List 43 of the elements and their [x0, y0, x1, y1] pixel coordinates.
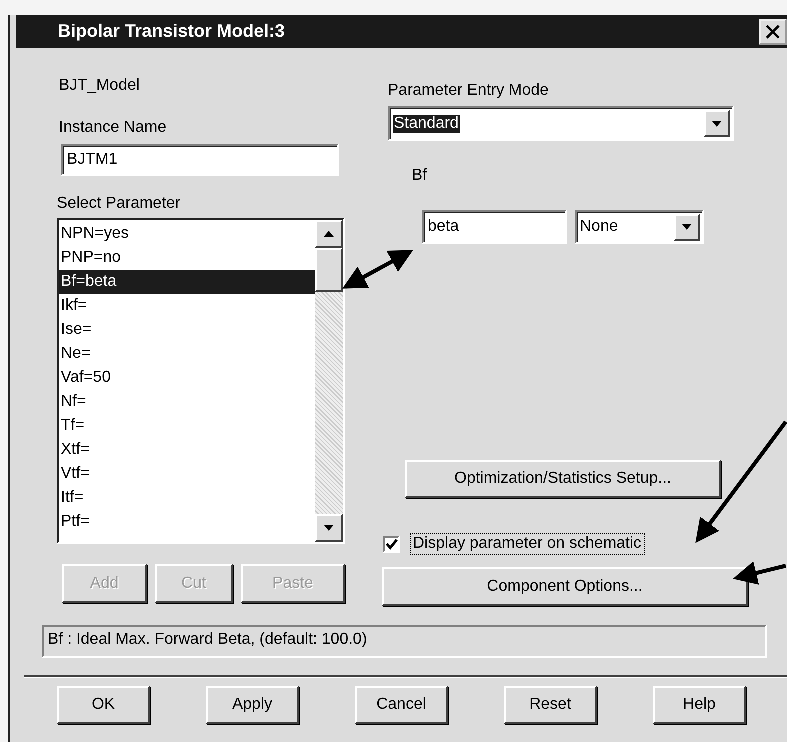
- dialog-button[interactable]: Reset: [504, 686, 597, 724]
- unit-dropdown[interactable]: None: [575, 210, 704, 244]
- parameter-list-item[interactable]: Itf=: [59, 486, 315, 510]
- close-icon: [765, 24, 781, 40]
- parameter-value-field[interactable]: beta: [422, 210, 567, 244]
- model-name: BJT_Model: [59, 76, 141, 96]
- parameter-list-item[interactable]: Ptf=: [59, 510, 315, 534]
- parameter-list-item[interactable]: PNP=no: [59, 246, 315, 270]
- entry-mode-label: Parameter Entry Mode: [388, 81, 549, 101]
- instance-name-field[interactable]: BJTM1: [61, 144, 339, 176]
- dialog-button[interactable]: Help: [653, 686, 746, 724]
- parameter-list-item[interactable]: Ise=: [59, 318, 315, 342]
- parameter-list-item[interactable]: Xtf=: [59, 438, 315, 462]
- parameter-list-item[interactable]: Bf=beta: [59, 270, 315, 294]
- parameter-list-item[interactable]: Nf=: [59, 390, 315, 414]
- parameter-list-item[interactable]: NPN=yes: [59, 222, 315, 246]
- annotation-arrow: [733, 562, 786, 585]
- status-field: Bf : Ideal Max. Forward Beta, (default: 100.0): [42, 625, 767, 658]
- scroll-down-button[interactable]: [315, 514, 343, 542]
- optimization-setup-button[interactable]: Optimization/Statistics Setup...: [405, 460, 721, 498]
- dialog-button[interactable]: Apply: [206, 686, 299, 724]
- down-arrow-icon: [323, 524, 335, 532]
- display-on-schematic-label[interactable]: Display parameter on schematic: [410, 533, 645, 555]
- parameter-list-item[interactable]: Vtf=: [59, 462, 315, 486]
- up-arrow-icon: [323, 230, 335, 238]
- parameter-list-item[interactable]: Ikf=: [59, 294, 315, 318]
- parameter-list-item[interactable]: Ne=: [59, 342, 315, 366]
- scrollbar[interactable]: [315, 220, 343, 542]
- component-options-button[interactable]: Component Options...: [382, 567, 748, 606]
- dialog-button[interactable]: OK: [57, 686, 150, 724]
- checkbox[interactable]: [383, 536, 400, 552]
- window-title: Bipolar Transistor Model:3: [58, 21, 286, 42]
- dialog-button[interactable]: Cancel: [355, 686, 448, 724]
- entry-mode-dropdown[interactable]: Standard: [388, 106, 734, 141]
- parameter-list-item[interactable]: Tf=: [59, 414, 315, 438]
- instance-name-label: Instance Name: [59, 118, 168, 138]
- scroll-up-button[interactable]: [315, 220, 343, 248]
- parameter-list-item[interactable]: Vaf=50: [59, 366, 315, 390]
- parameter-name-label: Bf: [412, 166, 428, 186]
- select-parameter-label: Select Parameter: [57, 194, 182, 214]
- double-arrow: [342, 250, 414, 289]
- close-button[interactable]: [759, 18, 787, 44]
- scroll-thumb[interactable]: [315, 248, 343, 292]
